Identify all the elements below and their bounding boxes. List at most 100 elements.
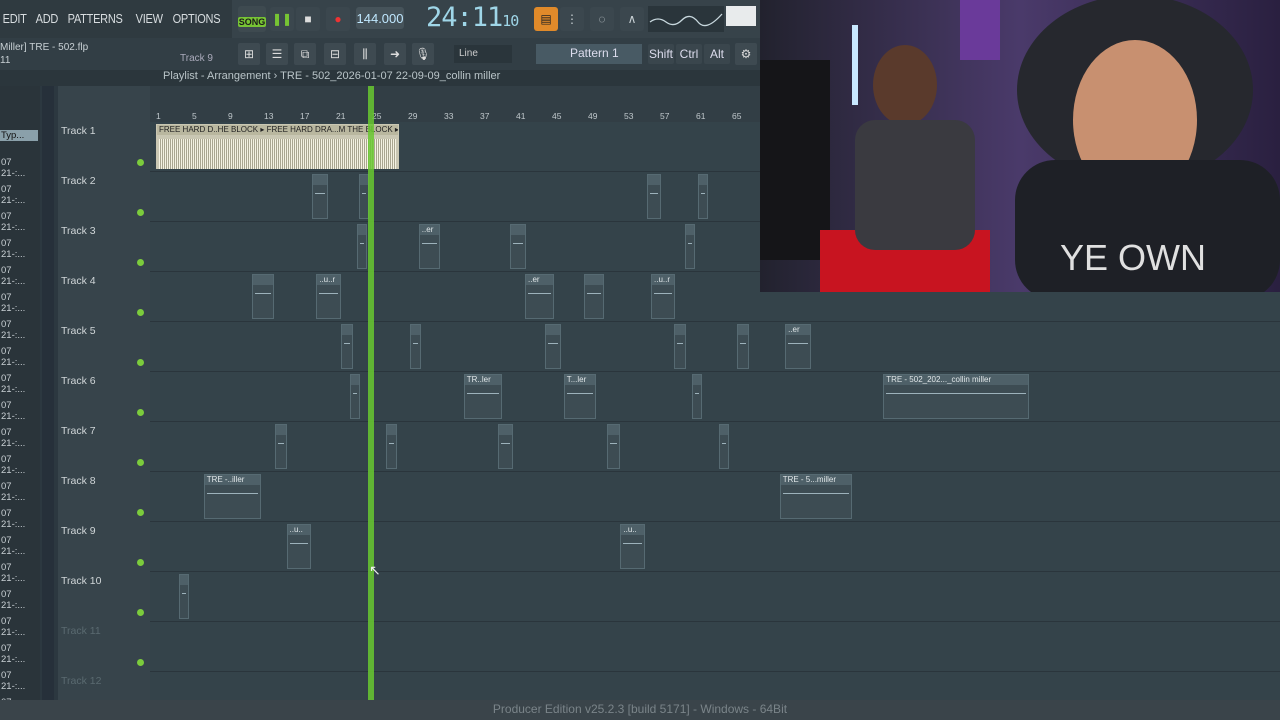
track-mute-led[interactable] — [137, 409, 144, 416]
audio-clip[interactable] — [509, 224, 526, 269]
track-name[interactable]: Track 2 — [61, 175, 96, 187]
audio-clip[interactable]: TRE - 502_202..._collin miller — [883, 374, 1029, 419]
menu-patterns[interactable]: PATTERNS — [65, 12, 125, 26]
audio-clip[interactable] — [311, 174, 328, 219]
track-mute-led[interactable] — [137, 259, 144, 266]
arrow-right-icon[interactable]: ➜ — [384, 43, 406, 65]
track-row[interactable] — [150, 372, 1280, 422]
menu-options[interactable]: OPTIONS — [170, 12, 223, 26]
track-name[interactable]: Track 6 — [61, 375, 96, 387]
audio-clip[interactable] — [350, 374, 361, 419]
settings-icon[interactable]: ⚙ — [735, 43, 757, 65]
track-name[interactable]: Track 10 — [61, 575, 101, 587]
browser-item[interactable]: Typ... — [0, 130, 38, 141]
playhead[interactable] — [368, 86, 374, 700]
track-name[interactable]: Track 9 — [61, 525, 96, 537]
wait-input-icon[interactable]: ◌ — [590, 7, 614, 31]
browser-item[interactable]: 07 21-:... — [0, 427, 38, 449]
audio-clip[interactable] — [341, 324, 354, 369]
track-name[interactable]: Track 5 — [61, 325, 96, 337]
track-name[interactable]: Track 11 — [61, 625, 101, 637]
browser-item[interactable]: 07 21-:... — [0, 157, 38, 179]
piano-roll-icon[interactable]: ⧉ — [294, 43, 316, 65]
audio-clip[interactable]: ..er — [785, 324, 812, 369]
audio-clip[interactable] — [274, 424, 288, 469]
track-row[interactable] — [150, 322, 1280, 372]
audio-clip[interactable]: FREE HARD D..HE BLOCK ▸ FREE HARD DRA...… — [156, 124, 399, 169]
track-row[interactable] — [150, 472, 1280, 522]
track-mute-led[interactable] — [137, 209, 144, 216]
browser-item[interactable]: 07 21-:... — [0, 238, 38, 260]
track-mute-led[interactable] — [137, 559, 144, 566]
playlist-icon[interactable]: ⊞ — [238, 43, 260, 65]
audio-clip[interactable] — [386, 424, 398, 469]
audio-clip[interactable] — [737, 324, 750, 369]
browser-item[interactable]: 07 21-:... — [0, 184, 38, 206]
browser-item[interactable]: 07 21-:... — [0, 292, 38, 314]
song-mode-button[interactable]: SONG — [238, 6, 266, 32]
audio-clip[interactable] — [179, 574, 190, 619]
pattern-selector[interactable]: Pattern 1 — [536, 44, 642, 64]
browser-item[interactable]: 07 21-:... — [0, 562, 38, 584]
track-name[interactable]: Track 7 — [61, 425, 96, 437]
track-row[interactable] — [150, 622, 1280, 672]
browser-item[interactable]: 07 21-:... — [0, 670, 38, 692]
browser-item[interactable]: 07 21-:... — [0, 454, 38, 476]
track-mute-led[interactable] — [137, 359, 144, 366]
browser-item[interactable]: 07 21-:... — [0, 319, 38, 341]
audio-clip[interactable]: ..u.. — [286, 524, 311, 569]
audio-clip[interactable]: ..er — [525, 274, 554, 319]
audio-clip[interactable] — [685, 224, 696, 269]
audio-clip[interactable]: TR..ler — [463, 374, 503, 419]
track-mute-led[interactable] — [137, 509, 144, 516]
track-row[interactable] — [150, 422, 1280, 472]
tempo-display[interactable]: 144.000 — [356, 7, 404, 29]
track-name[interactable]: Track 4 — [61, 275, 96, 287]
audio-clip[interactable] — [498, 424, 514, 469]
audio-clip[interactable]: ..u..r — [316, 274, 342, 319]
track-row[interactable] — [150, 572, 1280, 622]
browser-item[interactable]: 07 21-:... — [0, 373, 38, 395]
menu-edit[interactable]: EDIT — [0, 12, 29, 26]
browser-item[interactable]: 07 21-:... — [0, 481, 38, 503]
menu-view[interactable]: VIEW — [133, 12, 165, 26]
track-mute-led[interactable] — [137, 459, 144, 466]
audio-clip[interactable] — [544, 324, 561, 369]
audio-clip[interactable]: TRE - 5...miller — [779, 474, 852, 519]
audio-clip[interactable] — [356, 224, 367, 269]
audio-clip[interactable] — [606, 424, 621, 469]
metronome-icon[interactable]: ▤ — [534, 7, 558, 31]
shift-button[interactable]: Shift — [648, 44, 674, 64]
menu-add[interactable]: ADD — [33, 12, 61, 26]
audio-clip[interactable] — [718, 424, 729, 469]
alt-button[interactable]: Alt — [704, 44, 730, 64]
track-mute-led[interactable] — [137, 309, 144, 316]
audio-clip[interactable]: ..er — [418, 224, 441, 269]
pause-button[interactable]: ❚❚ — [270, 7, 294, 31]
browser-item[interactable]: 07 21-:... — [0, 265, 38, 287]
audio-clip[interactable]: ..u..r — [651, 274, 676, 319]
snap-mode-select[interactable]: Line — [454, 45, 512, 63]
browser-item[interactable]: 07 21-:... — [0, 211, 38, 233]
time-display[interactable]: 24:1110 — [426, 2, 519, 33]
track-mute-led[interactable] — [137, 609, 144, 616]
countdown-icon[interactable]: ∧ — [620, 7, 644, 31]
track-mute-led[interactable] — [137, 159, 144, 166]
audio-clip[interactable]: T...ler — [563, 374, 597, 419]
browser-item[interactable]: 07 21-:... — [0, 508, 38, 530]
microphone-icon[interactable]: 🎙 — [412, 43, 434, 65]
track-name[interactable]: Track 12 — [61, 675, 101, 687]
browser-item[interactable]: 07 21-:... — [0, 400, 38, 422]
timeline-ruler[interactable]: 1 5 9 13 17 21 25 29 33 37 41 45 49 53 57 61 65 — [150, 86, 760, 122]
record-button[interactable]: ● — [326, 7, 350, 31]
audio-clip[interactable] — [691, 374, 702, 419]
track-mute-led[interactable] — [137, 659, 144, 666]
audio-clip[interactable] — [584, 274, 605, 319]
channel-rack-icon[interactable]: ☰ — [266, 43, 288, 65]
browser-item[interactable]: 07 21-:... — [0, 643, 38, 665]
plugin-icon[interactable]: ⫼ — [354, 43, 376, 65]
browser-item[interactable]: 07 21-:... — [0, 346, 38, 368]
track-name[interactable]: Track 1 — [61, 125, 96, 137]
mixer-icon[interactable]: ⊟ — [324, 43, 346, 65]
audio-clip[interactable] — [409, 324, 422, 369]
